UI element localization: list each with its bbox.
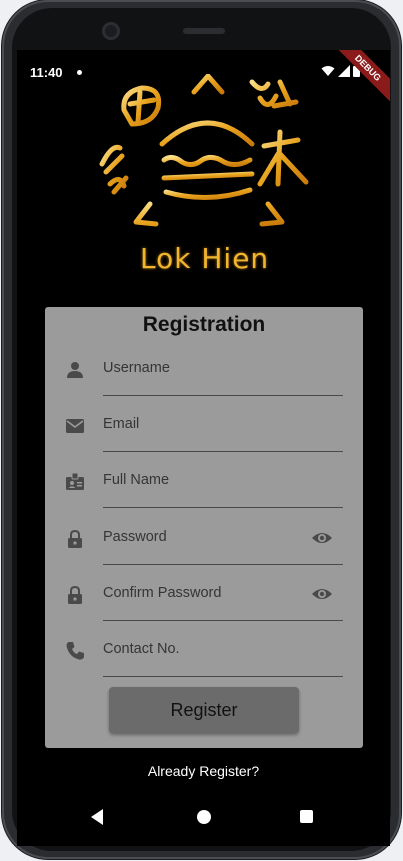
status-time: 11:40 [30,65,63,80]
wifi-icon [321,66,335,76]
full-name-label: Full Name [103,472,170,488]
phone-icon [66,642,84,660]
phone-frame: 11:40 DEBUG Lok Hien Registration Userna… [2,0,401,859]
confirm-password-label: Confirm Password [103,585,222,601]
notification-dot-icon [77,70,82,75]
field-underline [103,676,343,677]
eye-icon[interactable] [311,585,333,603]
signal-icon [338,65,350,77]
email-label: Email [103,416,140,432]
username-field[interactable]: Username [45,340,363,396]
lock-icon [68,529,82,548]
lock-icon [68,585,82,604]
contact-no-label: Contact No. [103,641,180,657]
contact-no-field[interactable]: Contact No. [45,621,363,677]
debug-banner: DEBUG [328,50,390,108]
back-icon[interactable] [89,808,105,826]
person-icon [67,362,83,378]
full-name-field[interactable]: Full Name [45,452,363,508]
already-registered-link[interactable]: Already Register? [17,763,390,779]
username-label: Username [103,360,170,376]
page-title: Registration [142,313,266,336]
field-underline [103,507,343,508]
logo-text: Lok Hien [140,242,270,275]
registration-card: Registration Username Email Full Name Pa… [45,307,363,748]
password-label: Password [103,529,167,545]
app-screen: 11:40 DEBUG Lok Hien Registration Userna… [17,50,390,846]
register-button[interactable]: Register [109,687,299,733]
front-camera [102,22,120,40]
confirm-password-field[interactable]: Confirm Password [45,565,363,621]
eye-icon[interactable] [311,529,333,547]
android-nav-bar [17,796,390,846]
logo-calligraphy-icon [99,73,309,245]
recent-apps-icon[interactable] [300,810,313,823]
badge-icon [66,472,84,490]
lok-hien-logo: Lok Hien [92,73,322,282]
password-field[interactable]: Password [45,509,363,565]
earpiece-speaker [183,28,225,34]
status-icons [321,65,360,77]
email-field[interactable]: Email [45,396,363,452]
email-icon [66,419,84,433]
home-icon[interactable] [197,810,211,824]
